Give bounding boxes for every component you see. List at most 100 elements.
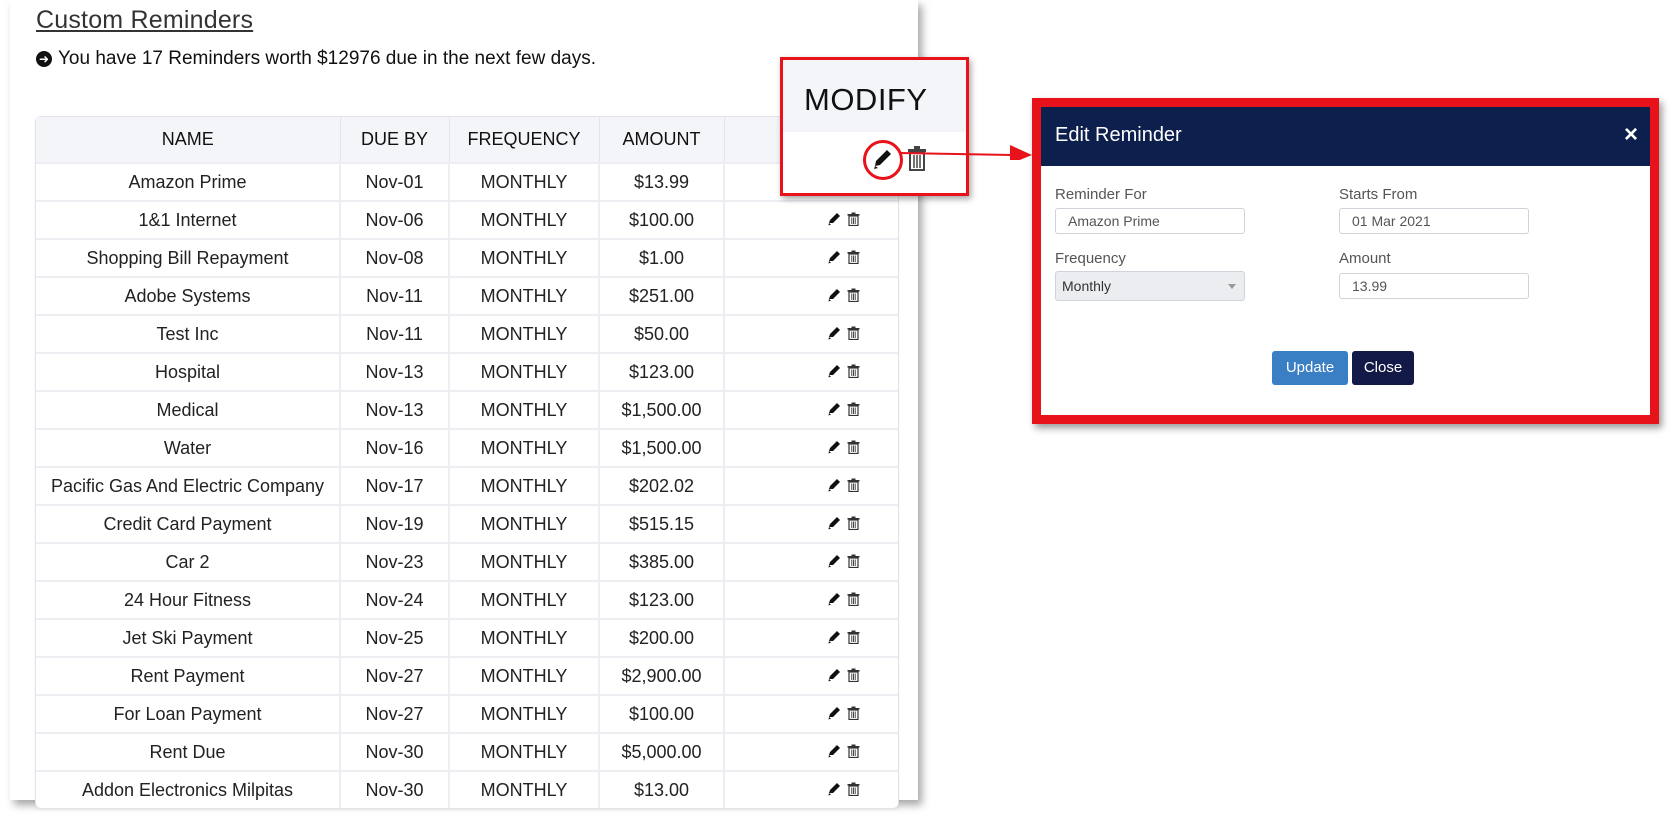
col-header-name[interactable]: NAME (36, 117, 341, 163)
trash-icon[interactable] (847, 554, 860, 568)
pencil-icon[interactable] (828, 440, 841, 454)
pencil-icon[interactable] (828, 782, 841, 796)
arrow-circle-icon: ➜ (36, 51, 52, 67)
pencil-icon[interactable] (828, 212, 841, 226)
cell-name: Adobe Systems (36, 276, 341, 315)
trash-icon[interactable] (847, 364, 860, 378)
cell-frequency: MONTHLY (449, 390, 600, 429)
dialog-header: Edit Reminder × (1041, 107, 1650, 166)
trash-icon[interactable] (847, 744, 860, 758)
pencil-icon[interactable] (828, 592, 841, 606)
frequency-select[interactable]: Monthly (1055, 271, 1245, 301)
cell-amount: $2,900.00 (599, 656, 725, 695)
cell-name: 1&1 Internet (36, 200, 341, 239)
cell-amount: $100.00 (599, 200, 725, 239)
pencil-icon[interactable] (828, 668, 841, 682)
cell-amount: $123.00 (599, 352, 725, 391)
summary-text: You have 17 Reminders worth $12976 due i… (58, 48, 596, 69)
pencil-icon[interactable] (872, 147, 894, 171)
cell-actions (724, 390, 898, 429)
starts-from-input[interactable] (1339, 208, 1529, 234)
row-actions (764, 212, 860, 226)
cell-name: Shopping Bill Repayment (36, 238, 341, 277)
pencil-icon[interactable] (828, 744, 841, 758)
pencil-icon[interactable] (828, 478, 841, 492)
cell-due-by: Nov-24 (340, 580, 450, 619)
cell-name: Water (36, 428, 341, 467)
col-header-amount[interactable]: AMOUNT (599, 117, 725, 163)
cell-due-by: Nov-08 (340, 238, 450, 277)
table-body: Amazon Prime Nov-01 MONTHLY $13.99 1&1 Inter… (36, 162, 898, 808)
cell-name: Test Inc (36, 314, 341, 353)
cell-actions (724, 694, 898, 733)
table-row: Rent Due Nov-30 MONTHLY $5,000.00 (36, 732, 898, 771)
cell-amount: $123.00 (599, 580, 725, 619)
row-actions (764, 478, 860, 492)
cell-frequency: MONTHLY (449, 770, 600, 808)
amount-input[interactable] (1339, 273, 1529, 299)
cell-frequency: MONTHLY (449, 732, 600, 771)
reminder-for-input[interactable] (1055, 208, 1245, 234)
cell-frequency: MONTHLY (449, 542, 600, 581)
cell-due-by: Nov-30 (340, 732, 450, 771)
trash-icon[interactable] (847, 592, 860, 606)
pencil-icon[interactable] (828, 288, 841, 302)
cell-frequency: MONTHLY (449, 276, 600, 315)
pencil-icon[interactable] (828, 364, 841, 378)
cell-amount: $1,500.00 (599, 428, 725, 467)
row-actions (764, 402, 860, 416)
cell-amount: $50.00 (599, 314, 725, 353)
pencil-icon[interactable] (828, 402, 841, 416)
trash-icon[interactable] (847, 706, 860, 720)
starts-from-label: Starts From (1339, 186, 1418, 203)
trash-icon[interactable] (847, 782, 860, 796)
cell-actions (724, 656, 898, 695)
trash-icon[interactable] (847, 288, 860, 302)
close-icon[interactable]: × (1624, 121, 1638, 149)
trash-icon[interactable] (847, 440, 860, 454)
trash-icon[interactable] (847, 668, 860, 682)
trash-icon[interactable] (847, 212, 860, 226)
pencil-icon[interactable] (828, 516, 841, 530)
cell-amount: $100.00 (599, 694, 725, 733)
table-row: Car 2 Nov-23 MONTHLY $385.00 (36, 542, 898, 581)
trash-icon[interactable] (847, 326, 860, 340)
col-header-frequency[interactable]: FREQUENCY (449, 117, 600, 163)
trash-icon[interactable] (847, 250, 860, 264)
table-row: Jet Ski Payment Nov-25 MONTHLY $200.00 (36, 618, 898, 657)
cell-name: Hospital (36, 352, 341, 391)
trash-icon[interactable] (847, 402, 860, 416)
cell-amount: $251.00 (599, 276, 725, 315)
row-actions (764, 554, 860, 568)
cell-frequency: MONTHLY (449, 238, 600, 277)
cell-frequency: MONTHLY (449, 656, 600, 695)
cell-actions (724, 770, 898, 808)
pencil-icon[interactable] (828, 326, 841, 340)
cell-actions (724, 732, 898, 771)
cell-name: Amazon Prime (36, 162, 341, 201)
reminders-table: NAME DUE BY FREQUENCY AMOUNT Amazon Prim… (35, 116, 899, 809)
dialog-title: Edit Reminder (1055, 124, 1182, 146)
cell-actions (724, 276, 898, 315)
trash-icon[interactable] (847, 478, 860, 492)
pencil-icon[interactable] (828, 630, 841, 644)
update-button[interactable]: Update (1272, 351, 1348, 385)
table-row: 1&1 Internet Nov-06 MONTHLY $100.00 (36, 200, 898, 239)
row-actions (764, 440, 860, 454)
pencil-icon[interactable] (828, 554, 841, 568)
callout-arrow (900, 145, 1032, 160)
cell-frequency: MONTHLY (449, 618, 600, 657)
cell-due-by: Nov-16 (340, 428, 450, 467)
close-button[interactable]: Close (1352, 351, 1414, 385)
col-header-due-by[interactable]: DUE BY (340, 117, 450, 163)
trash-icon[interactable] (847, 516, 860, 530)
pencil-icon[interactable] (828, 706, 841, 720)
trash-icon[interactable] (847, 630, 860, 644)
pencil-icon[interactable] (828, 250, 841, 264)
table-row: Addon Electronics Milpitas Nov-30 MONTHLY $… (36, 770, 898, 808)
cell-name: 24 Hour Fitness (36, 580, 341, 619)
cell-amount: $1.00 (599, 238, 725, 277)
table-row: Credit Card Payment Nov-19 MONTHLY $515.15 (36, 504, 898, 543)
table-row: Medical Nov-13 MONTHLY $1,500.00 (36, 390, 898, 429)
table-row: Pacific Gas And Electric Company Nov-17 MO… (36, 466, 898, 505)
